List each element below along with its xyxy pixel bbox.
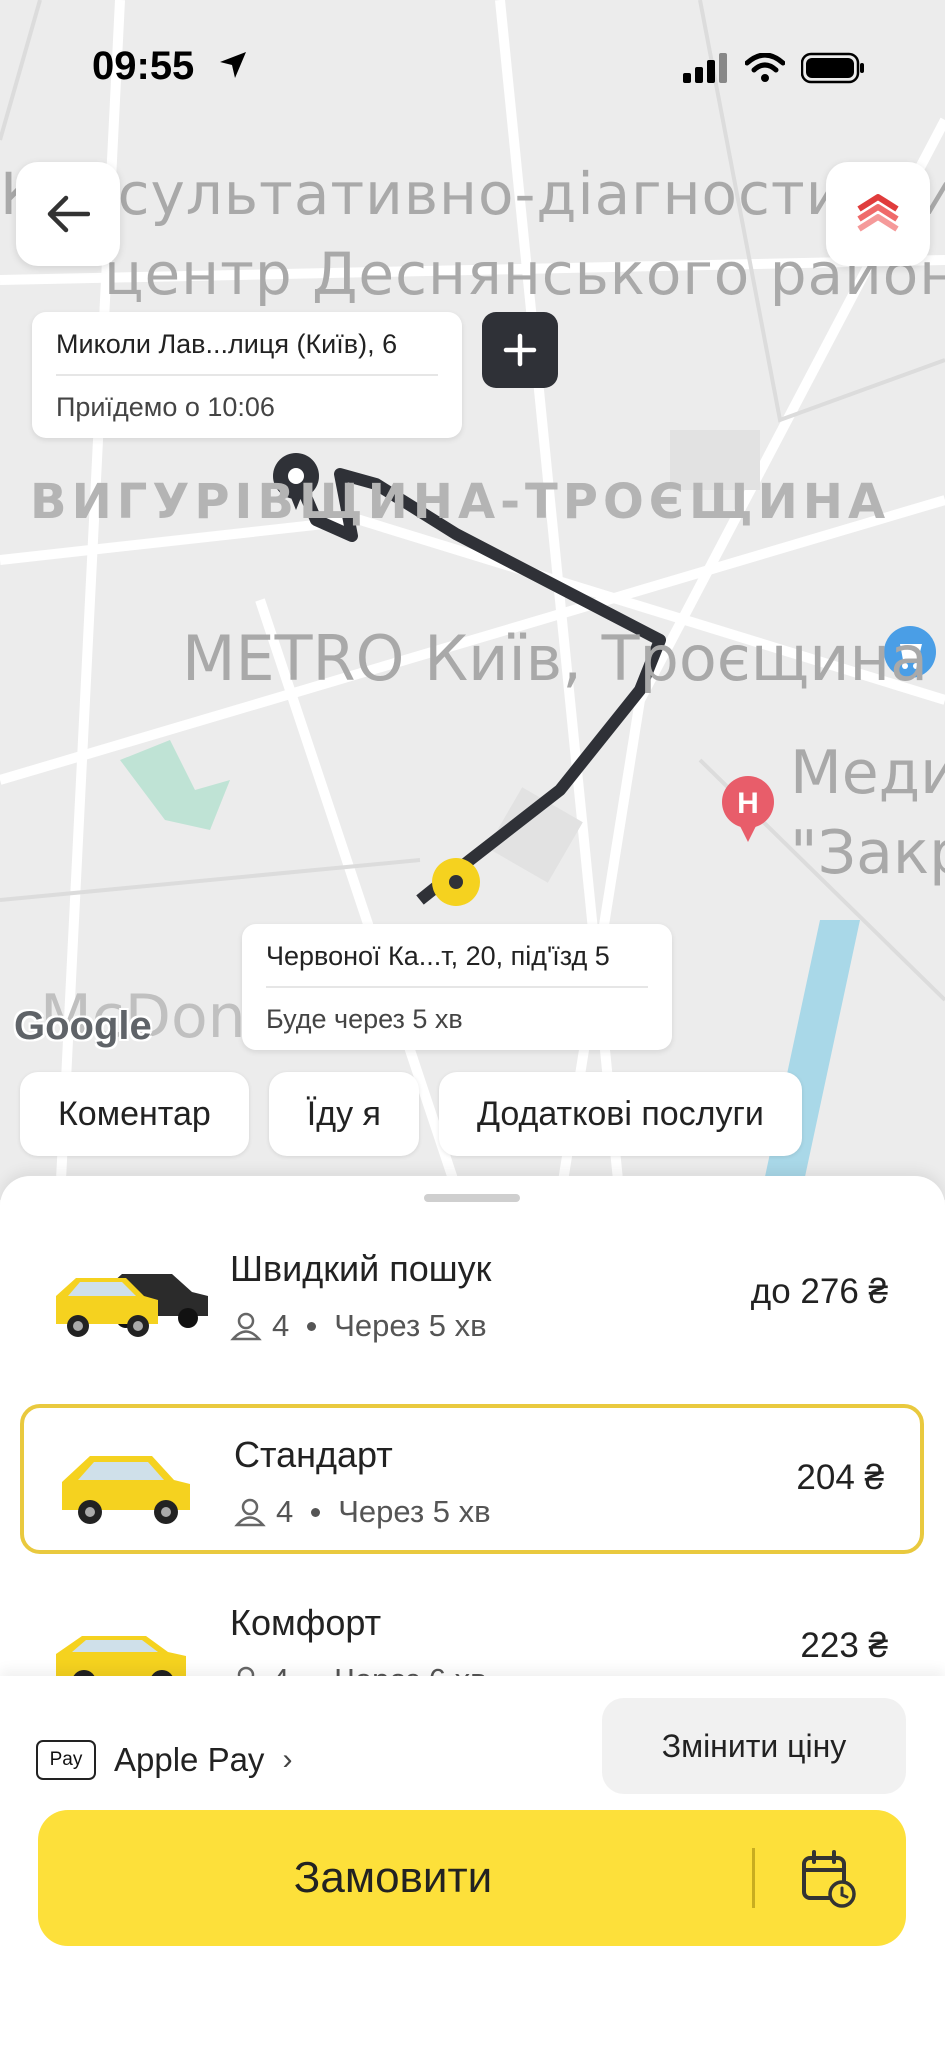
wifi-icon xyxy=(745,53,785,82)
tariff-price: до 276 ₴ xyxy=(750,1272,888,1311)
option-chips: Коментар Їду я Додаткові послуги xyxy=(20,1072,802,1156)
map-label-center-2: центр Деснянського району xyxy=(104,240,945,308)
tariff-meta: 4 Через 5 хв xyxy=(230,1308,487,1344)
car-pair-icon xyxy=(56,1274,208,1337)
map-view[interactable]: H Консультативно-діагностичний центр Дес… xyxy=(0,0,945,1200)
layers-icon xyxy=(857,194,899,232)
hospital-icon: H xyxy=(722,776,774,842)
apple-pay-badge: Pay xyxy=(36,1740,96,1780)
tariff-fast-search[interactable]: Швидкий пошук 4 Через 5 хв до 276 ₴ xyxy=(20,1222,924,1372)
destination-address: Миколи Лав...лиця (Київ), 6 xyxy=(56,312,438,376)
map-label-metro: METRO Київ, Троєщина xyxy=(182,622,929,695)
tariff-name: Комфорт xyxy=(230,1602,382,1643)
chevron-right-icon: › xyxy=(282,1743,293,1776)
status-time: 09:55 xyxy=(92,44,195,88)
car-icon xyxy=(62,1456,190,1524)
separator-dot xyxy=(307,1321,317,1331)
layers-button[interactable] xyxy=(826,162,930,266)
pickup-bubble[interactable]: Червоної Ка...т, 20, під'їзд 5 Буде чере… xyxy=(242,924,672,1050)
map-label-medical: Меди xyxy=(790,738,945,808)
back-arrow-icon xyxy=(47,195,90,233)
sheet-grabber[interactable] xyxy=(424,1194,520,1202)
svg-text:H: H xyxy=(737,787,759,820)
google-logo: Google xyxy=(14,1004,152,1048)
pickup-pin-icon xyxy=(432,858,480,906)
extra-services-chip[interactable]: Додаткові послуги xyxy=(438,1072,802,1156)
change-price-button[interactable]: Змінити ціну xyxy=(602,1698,906,1794)
destination-bubble[interactable]: Миколи Лав...лиця (Київ), 6 Приїдемо о 1… xyxy=(32,312,462,438)
tariff-wait: Через 5 хв xyxy=(338,1494,491,1529)
tariff-price: 204 ₴ xyxy=(796,1458,884,1497)
map-label-district: ВИГУРІВЩИНА-ТРОЄЩИНА xyxy=(30,474,891,530)
apple-pay-badge-text: Pay xyxy=(49,1749,83,1770)
person-icon xyxy=(234,1498,266,1527)
destination-eta: Приїдемо о 10:06 xyxy=(56,392,275,422)
map-label-medical-2: "Закр xyxy=(790,818,945,888)
separator-dot xyxy=(311,1507,321,1517)
tariff-meta: 4 Через 5 хв xyxy=(234,1494,491,1530)
tariff-price: 223 ₴ xyxy=(800,1626,888,1665)
back-button[interactable] xyxy=(16,162,120,266)
order-divider xyxy=(752,1848,755,1908)
add-stop-button[interactable] xyxy=(482,312,558,388)
payment-label: Apple Pay xyxy=(114,1741,265,1778)
map-label-center: Консультативно-діагностичний xyxy=(0,160,945,228)
person-icon xyxy=(230,1312,262,1341)
tariff-wait: Через 5 хв xyxy=(334,1308,487,1343)
signal-icon xyxy=(683,53,727,83)
location-arrow-icon xyxy=(220,52,246,78)
tariff-name: Стандарт xyxy=(234,1434,393,1475)
order-label: Замовити xyxy=(293,1853,493,1902)
order-button[interactable]: Замовити xyxy=(38,1810,906,1946)
status-bar: 09:55 xyxy=(0,0,945,140)
tariff-seats: 4 xyxy=(276,1494,294,1529)
payment-method-selector[interactable]: Pay Apple Pay › xyxy=(36,1740,292,1780)
battery-icon xyxy=(801,52,864,84)
pickup-address: Червоної Ка...т, 20, під'їзд 5 xyxy=(266,924,648,988)
order-panel: Pay Apple Pay › Змінити ціну Замовити xyxy=(0,1676,945,2048)
tariff-seats: 4 xyxy=(272,1308,290,1343)
riding-myself-chip[interactable]: Їду я xyxy=(268,1072,419,1156)
tariff-name: Швидкий пошук xyxy=(230,1248,492,1289)
pickup-eta: Буде через 5 хв xyxy=(266,1004,463,1034)
calendar-clock-icon[interactable] xyxy=(798,1848,858,1908)
plus-icon xyxy=(503,333,537,367)
comment-chip[interactable]: Коментар xyxy=(20,1072,249,1156)
tariff-standard[interactable]: Стандарт 4 Через 5 хв 204 ₴ xyxy=(20,1404,924,1554)
